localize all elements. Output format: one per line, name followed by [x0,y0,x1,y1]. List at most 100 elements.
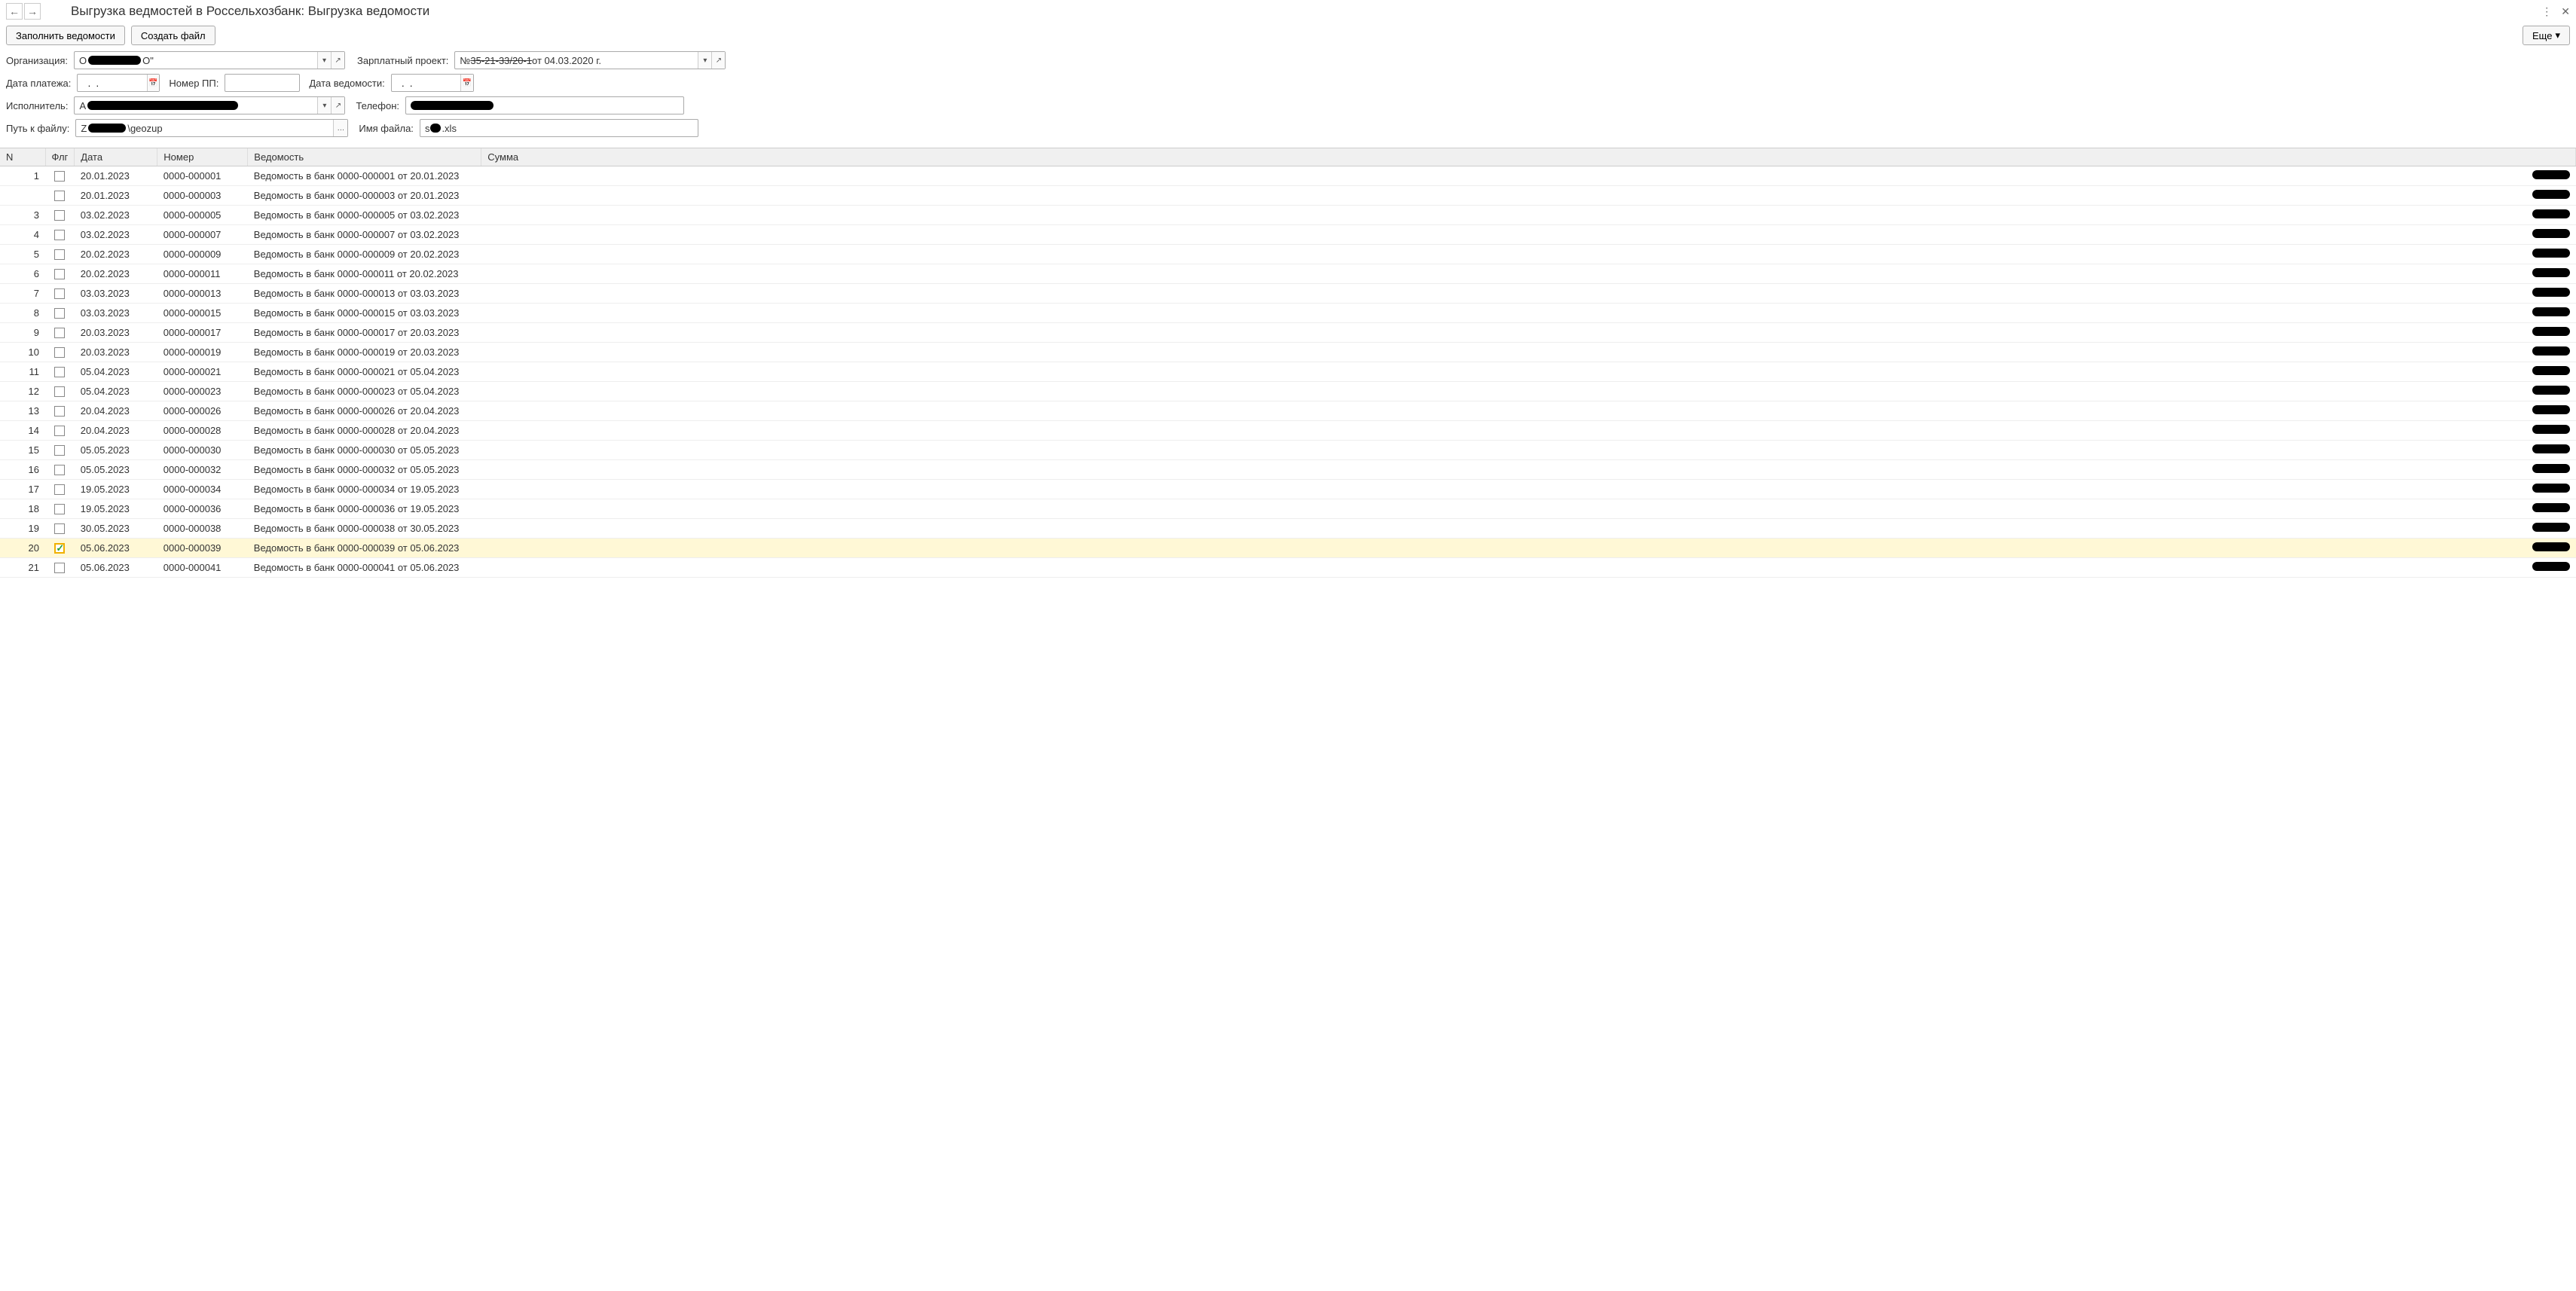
cell-flag[interactable] [45,166,75,186]
table-row[interactable]: 20.01.20230000-000003Ведомость в банк 00… [0,186,2576,206]
cell-flag[interactable] [45,421,75,441]
table-row[interactable]: 920.03.20230000-000017Ведомость в банк 0… [0,323,2576,343]
row-checkbox[interactable] [54,523,65,534]
row-checkbox[interactable] [54,406,65,417]
cell-flag[interactable] [45,558,75,578]
cell-flag[interactable] [45,441,75,460]
row-checkbox[interactable] [54,230,65,240]
table-row[interactable]: 120.01.20230000-000001Ведомость в банк 0… [0,166,2576,186]
cell-flag[interactable] [45,264,75,284]
path-input-wrap[interactable]: Z \geozup … [75,119,348,137]
table-row[interactable]: 620.02.20230000-000011Ведомость в банк 0… [0,264,2576,284]
cell-flag[interactable] [45,362,75,382]
cell-flag[interactable] [45,323,75,343]
project-dropdown-icon[interactable]: ▾ [698,52,711,69]
table-row[interactable]: 1930.05.20230000-000038Ведомость в банк … [0,519,2576,539]
project-input-wrap[interactable]: № 35-21-33/20-1 от 04.03.2020 г. ▾ ↗ [454,51,726,69]
row-checkbox[interactable] [54,484,65,495]
pp-num-input[interactable] [225,75,299,91]
pay-date-input[interactable] [78,75,146,91]
project-open-icon[interactable]: ↗ [711,52,725,69]
executor-redacted [87,101,238,110]
table-row[interactable]: 403.02.20230000-000007Ведомость в банк 0… [0,225,2576,245]
col-header-num[interactable]: Номер [157,148,248,166]
fill-vedomosti-button[interactable]: Заполнить ведомости [6,26,125,45]
nav-back-button[interactable]: ← [6,3,23,20]
table-row[interactable]: 2005.06.20230000-000039Ведомость в банк … [0,539,2576,558]
cell-flag[interactable] [45,519,75,539]
col-header-flag[interactable]: Флг [45,148,75,166]
row-checkbox[interactable] [54,191,65,201]
table-row[interactable]: 1105.04.20230000-000021Ведомость в банк … [0,362,2576,382]
pp-num-input-wrap[interactable] [225,74,300,92]
table-row[interactable]: 703.03.20230000-000013Ведомость в банк 0… [0,284,2576,304]
table-row[interactable]: 1719.05.20230000-000034Ведомость в банк … [0,480,2576,499]
ved-date-input[interactable] [392,75,460,91]
row-checkbox[interactable] [54,367,65,377]
table-row[interactable]: 1605.05.20230000-000032Ведомость в банк … [0,460,2576,480]
cell-flag[interactable] [45,499,75,519]
cell-flag[interactable] [45,225,75,245]
cell-flag[interactable] [45,245,75,264]
table-row[interactable]: 303.02.20230000-000005Ведомость в банк 0… [0,206,2576,225]
cell-flag[interactable] [45,480,75,499]
executor-open-icon[interactable]: ↗ [331,97,344,114]
col-header-n[interactable]: N [0,148,45,166]
more-button[interactable]: Еще ▾ [2523,26,2570,45]
table-row[interactable]: 1819.05.20230000-000036Ведомость в банк … [0,499,2576,519]
row-checkbox[interactable] [54,563,65,573]
create-file-button[interactable]: Создать файл [131,26,215,45]
ved-date-input-wrap[interactable]: 📅 [391,74,474,92]
table-row[interactable]: 2105.06.20230000-000041Ведомость в банк … [0,558,2576,578]
cell-flag[interactable] [45,343,75,362]
row-checkbox[interactable] [54,465,65,475]
cell-flag[interactable] [45,304,75,323]
org-input-wrap[interactable]: О О" ▾ ↗ [74,51,345,69]
pay-date-calendar-icon[interactable]: 📅 [147,75,160,91]
table-row[interactable]: 520.02.20230000-000009Ведомость в банк 0… [0,245,2576,264]
col-header-ved[interactable]: Ведомость [248,148,481,166]
col-header-sum[interactable]: Сумма [481,148,2576,166]
pay-date-input-wrap[interactable]: 📅 [77,74,160,92]
row-checkbox[interactable] [54,288,65,299]
path-browse-icon[interactable]: … [333,120,347,136]
phone-input-wrap[interactable] [405,96,684,114]
row-checkbox[interactable] [54,445,65,456]
row-checkbox[interactable] [54,210,65,221]
executor-input-wrap[interactable]: А ▾ ↗ [74,96,345,114]
cell-sum [481,166,2576,186]
row-checkbox[interactable] [54,347,65,358]
cell-flag[interactable] [45,460,75,480]
nav-forward-button[interactable]: → [24,3,41,20]
table-row[interactable]: 1020.03.20230000-000019Ведомость в банк … [0,343,2576,362]
row-checkbox[interactable] [54,426,65,436]
row-checkbox[interactable] [54,543,65,554]
cell-flag[interactable] [45,206,75,225]
row-checkbox[interactable] [54,171,65,182]
kebab-menu-icon[interactable]: ⋮ [2541,5,2552,18]
ved-date-calendar-icon[interactable]: 📅 [460,75,473,91]
cell-flag[interactable] [45,382,75,401]
table-row[interactable]: 1320.04.20230000-000026Ведомость в банк … [0,401,2576,421]
executor-dropdown-icon[interactable]: ▾ [317,97,331,114]
row-checkbox[interactable] [54,504,65,514]
table-row[interactable]: 1505.05.20230000-000030Ведомость в банк … [0,441,2576,460]
row-checkbox[interactable] [54,269,65,279]
row-checkbox[interactable] [54,386,65,397]
cell-date: 03.02.2023 [75,225,157,245]
table-row[interactable]: 803.03.20230000-000015Ведомость в банк 0… [0,304,2576,323]
row-checkbox[interactable] [54,308,65,319]
table-row[interactable]: 1205.04.20230000-000023Ведомость в банк … [0,382,2576,401]
cell-flag[interactable] [45,186,75,206]
cell-flag[interactable] [45,539,75,558]
cell-flag[interactable] [45,401,75,421]
filename-input-wrap[interactable]: s .xls [420,119,698,137]
col-header-date[interactable]: Дата [75,148,157,166]
org-dropdown-icon[interactable]: ▾ [317,52,331,69]
row-checkbox[interactable] [54,249,65,260]
cell-flag[interactable] [45,284,75,304]
org-open-icon[interactable]: ↗ [331,52,344,69]
row-checkbox[interactable] [54,328,65,338]
table-row[interactable]: 1420.04.20230000-000028Ведомость в банк … [0,421,2576,441]
close-icon[interactable]: ✕ [2561,5,2570,18]
